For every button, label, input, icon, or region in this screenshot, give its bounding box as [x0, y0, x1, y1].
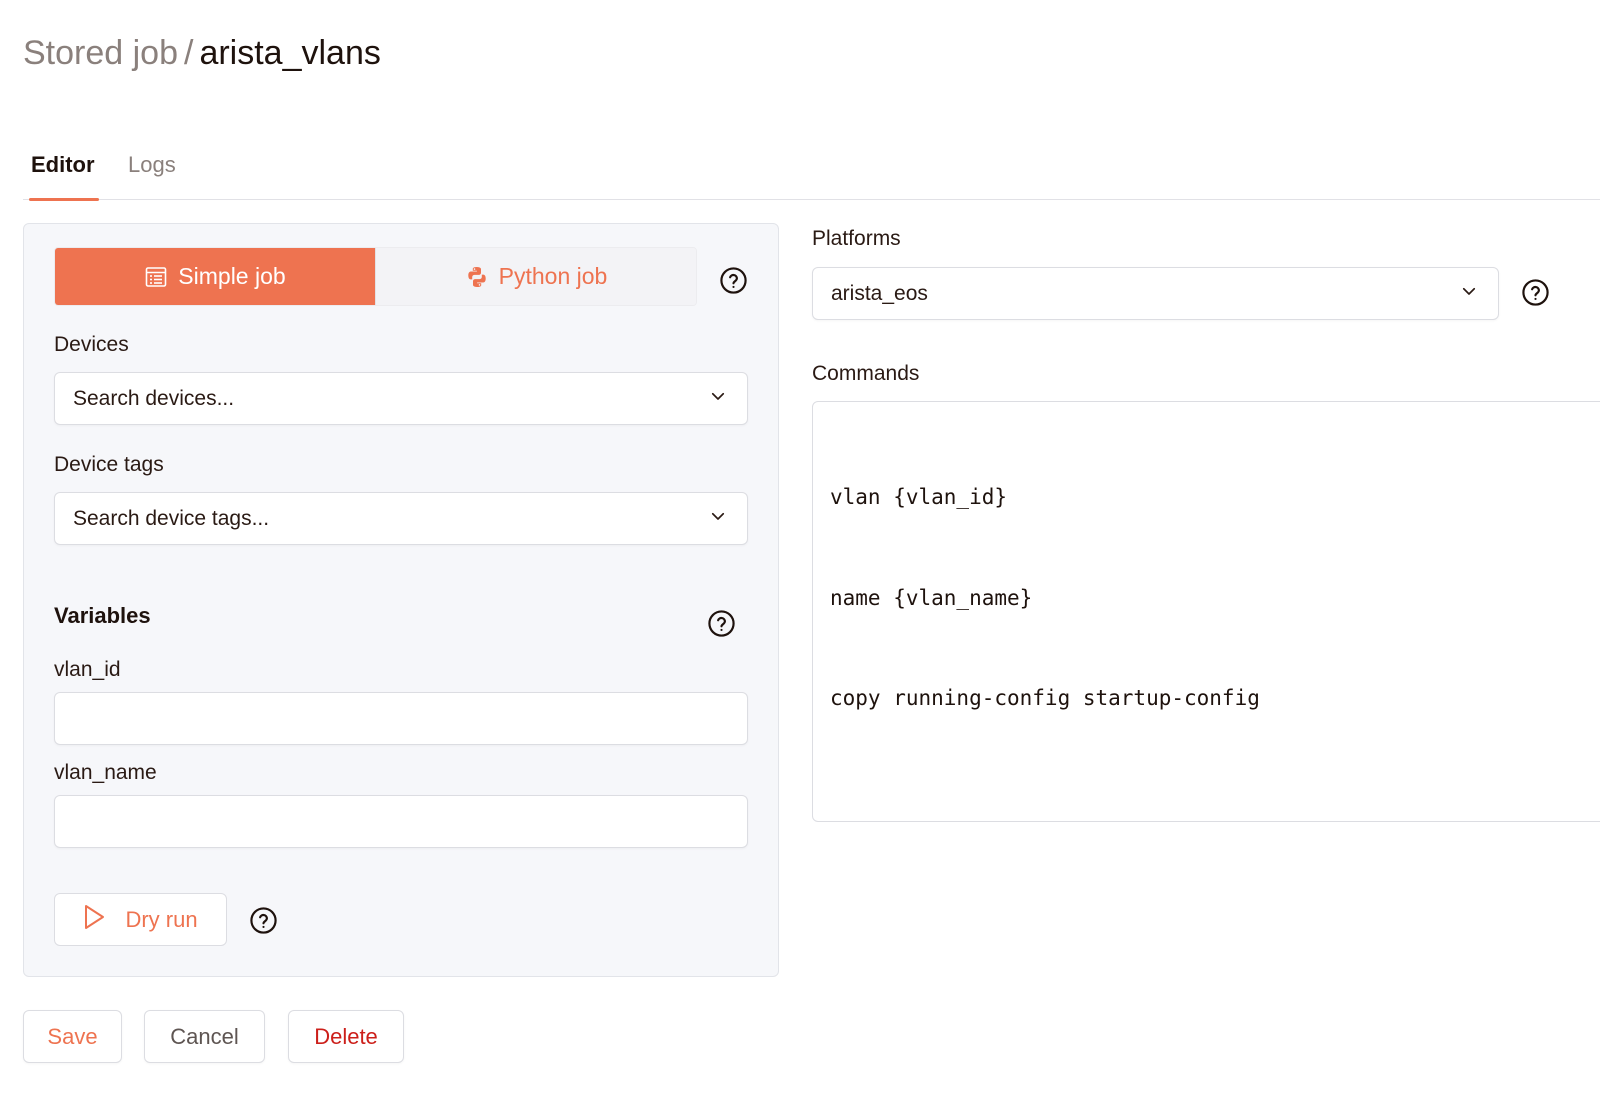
breadcrumb-current: arista_vlans [199, 34, 381, 72]
command-line: vlan {vlan_id} [830, 485, 1008, 509]
commands-editor[interactable]: vlan {vlan_id} name {vlan_name} copy run… [812, 401, 1600, 822]
cancel-button[interactable]: Cancel [144, 1010, 265, 1063]
save-button[interactable]: Save [23, 1010, 122, 1063]
dry-run-help-icon[interactable] [249, 906, 278, 935]
device-tags-select[interactable]: Search device tags... [54, 492, 748, 545]
job-type-help-icon[interactable] [719, 266, 748, 295]
device-tags-placeholder: Search device tags... [73, 506, 270, 530]
play-icon [83, 904, 105, 936]
devices-label: Devices [54, 333, 129, 356]
tab-logs[interactable]: Logs [128, 152, 176, 200]
vlan-id-label: vlan_id [54, 658, 121, 681]
platforms-select[interactable]: arista_eos [812, 267, 1499, 320]
vlan-id-field-wrapper [54, 692, 748, 745]
platforms-label: Platforms [812, 227, 901, 250]
job-settings-panel: Simple job Python job Devices Search dev… [23, 223, 779, 977]
chevron-down-icon [709, 387, 727, 411]
simple-job-button[interactable]: Simple job [55, 248, 375, 305]
variables-help-icon[interactable] [707, 609, 736, 638]
python-job-label: Python job [498, 263, 608, 289]
breadcrumb-parent[interactable]: Stored job [23, 34, 178, 72]
stored-job-page: Stored job / arista_vlans Editor Logs Simp… [0, 0, 1600, 1099]
chevron-down-icon [1460, 282, 1478, 306]
job-type-toggle: Simple job Python job [54, 247, 697, 306]
vlan-name-label: vlan_name [54, 761, 157, 784]
python-job-button[interactable]: Python job [375, 248, 696, 305]
simple-job-label: Simple job [178, 263, 286, 289]
dry-run-label: Dry run [125, 906, 198, 932]
platforms-selected-value: arista_eos [831, 281, 928, 305]
command-line: copy running-config startup-config [830, 686, 1260, 710]
list-document-icon [144, 265, 168, 289]
dry-run-button[interactable]: Dry run [54, 893, 227, 946]
python-icon [465, 265, 489, 289]
vlan-name-input[interactable] [71, 796, 731, 847]
vlan-id-input[interactable] [71, 693, 731, 744]
device-tags-label: Device tags [54, 453, 164, 476]
commands-label: Commands [812, 362, 920, 385]
breadcrumb: Stored job / arista_vlans [23, 32, 381, 74]
devices-placeholder: Search devices... [73, 386, 235, 410]
vlan-name-field-wrapper [54, 795, 748, 848]
devices-select[interactable]: Search devices... [54, 372, 748, 425]
platforms-help-icon[interactable] [1521, 278, 1550, 307]
variables-title: Variables [54, 603, 151, 628]
tab-bar: Editor Logs [23, 140, 1600, 201]
delete-button[interactable]: Delete [288, 1010, 404, 1063]
tab-editor[interactable]: Editor [29, 152, 99, 201]
chevron-down-icon [709, 507, 727, 531]
command-line: name {vlan_name} [830, 585, 1033, 610]
breadcrumb-separator: / [184, 34, 194, 72]
